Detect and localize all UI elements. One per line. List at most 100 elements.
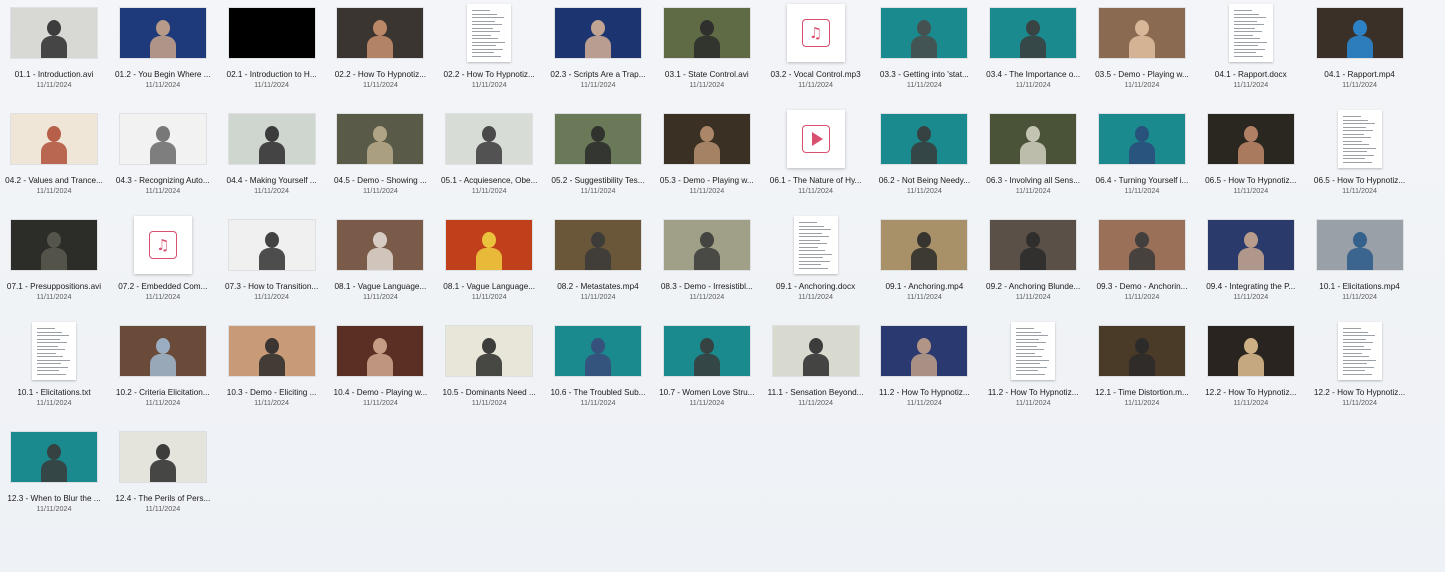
file-item[interactable]: 01.1 - Introduction.avi 11/11/2024 bbox=[0, 0, 108, 106]
file-thumbnail-area bbox=[653, 0, 761, 66]
file-name: 04.2 - Values and Trance... bbox=[5, 176, 103, 185]
document-line bbox=[1342, 130, 1373, 131]
file-item[interactable]: 10.6 - The Troubled Sub... 11/11/2024 bbox=[544, 318, 652, 424]
document-line bbox=[1342, 161, 1372, 163]
file-item[interactable]: 10.1 - Elicitations.mp4 11/11/2024 bbox=[1306, 212, 1414, 318]
file-item[interactable]: 03.3 - Getting into 'stat... 11/11/2024 bbox=[870, 0, 978, 106]
file-item[interactable]: 12.1 - Time Distortion.m... 11/11/2024 bbox=[1088, 318, 1196, 424]
person-head bbox=[917, 338, 932, 354]
file-item[interactable]: 08.3 - Demo - Irresistibl... 11/11/2024 bbox=[653, 212, 761, 318]
file-item[interactable]: 06.3 - Involving all Sens... 11/11/2024 bbox=[979, 106, 1087, 212]
file-item[interactable]: 11.2 - How To Hypnotiz... 11/11/2024 bbox=[979, 318, 1087, 424]
person-head bbox=[1243, 126, 1258, 142]
file-item[interactable]: 11.1 - Sensation Beyond... 11/11/2024 bbox=[762, 318, 870, 424]
file-thumbnail-area bbox=[653, 212, 761, 278]
file-date: 11/11/2024 bbox=[471, 186, 507, 195]
file-name: 10.2 - Criteria Elicitation... bbox=[115, 388, 210, 397]
file-date: 11/11/2024 bbox=[36, 398, 72, 407]
file-item[interactable]: 09.2 - Anchoring Blunde... 11/11/2024 bbox=[979, 212, 1087, 318]
file-date: 11/11/2024 bbox=[906, 398, 942, 407]
file-item[interactable]: 06.4 - Turning Yourself i... 11/11/2024 bbox=[1088, 106, 1196, 212]
person-silhouette bbox=[911, 354, 938, 376]
person-silhouette bbox=[1128, 354, 1155, 376]
file-item[interactable]: 09.1 - Anchoring.mp4 11/11/2024 bbox=[870, 212, 978, 318]
document-line bbox=[1342, 356, 1369, 357]
video-thumbnail bbox=[1207, 220, 1294, 270]
document-line bbox=[1342, 137, 1371, 138]
file-item[interactable]: 04.5 - Demo - Showing ... 11/11/2024 bbox=[326, 106, 434, 212]
document-line bbox=[1016, 338, 1040, 340]
file-item[interactable]: 04.1 - Rapport.mp4 11/11/2024 bbox=[1306, 0, 1414, 106]
file-name: 03.4 - The Importance o... bbox=[986, 70, 1081, 79]
file-item[interactable]: 12.2 - How To Hypnotiz... 11/11/2024 bbox=[1197, 318, 1305, 424]
file-item[interactable]: 02.3 - Scripts Are a Trap... 11/11/2024 bbox=[544, 0, 652, 106]
person-head bbox=[1134, 232, 1149, 248]
file-item[interactable]: 06.2 - Not Being Needy... 11/11/2024 bbox=[870, 106, 978, 212]
file-item[interactable]: 10.3 - Demo - Eliciting ... 11/11/2024 bbox=[218, 318, 326, 424]
file-item[interactable]: ♫ 03.2 - Vocal Control.mp3 11/11/2024 bbox=[762, 0, 870, 106]
file-item[interactable]: 04.3 - Recognizing Auto... 11/11/2024 bbox=[109, 106, 217, 212]
video-thumbnail bbox=[990, 8, 1077, 58]
file-item[interactable]: 02.2 - How To Hypnotiz... 11/11/2024 bbox=[326, 0, 434, 106]
person-head bbox=[373, 20, 388, 36]
file-item[interactable]: 10.4 - Demo - Playing w... 11/11/2024 bbox=[326, 318, 434, 424]
file-item[interactable]: 12.4 - The Perils of Pers... 11/11/2024 bbox=[109, 424, 217, 530]
person-head bbox=[264, 232, 279, 248]
file-item[interactable]: 03.4 - The Importance o... 11/11/2024 bbox=[979, 0, 1087, 106]
file-name: 12.1 - Time Distortion.m... bbox=[1095, 388, 1189, 397]
file-thumbnail-area bbox=[326, 0, 434, 66]
file-item[interactable]: 09.4 - Integrating the P... 11/11/2024 bbox=[1197, 212, 1305, 318]
file-thumbnail-area bbox=[979, 106, 1087, 172]
file-item[interactable]: 10.2 - Criteria Elicitation... 11/11/2024 bbox=[109, 318, 217, 424]
file-item[interactable]: 12.2 - How To Hypnotiz... 11/11/2024 bbox=[1306, 318, 1414, 424]
file-item[interactable]: 05.1 - Acquiesence, Obe... 11/11/2024 bbox=[435, 106, 543, 212]
file-item[interactable]: 10.5 - Dominants Need ... 11/11/2024 bbox=[435, 318, 543, 424]
file-date: 11/11/2024 bbox=[1124, 80, 1160, 89]
file-item[interactable]: 06.1 - The Nature of Hy... 11/11/2024 bbox=[762, 106, 870, 212]
file-item[interactable]: 09.1 - Anchoring.docx 11/11/2024 bbox=[762, 212, 870, 318]
file-item[interactable]: 04.1 - Rapport.docx 11/11/2024 bbox=[1197, 0, 1305, 106]
person-head bbox=[482, 338, 497, 354]
file-item[interactable]: 04.2 - Values and Trance... 11/11/2024 bbox=[0, 106, 108, 212]
file-name: 11.1 - Sensation Beyond... bbox=[767, 388, 864, 397]
person-silhouette bbox=[693, 248, 720, 270]
file-item[interactable]: 04.4 - Making Yourself ... 11/11/2024 bbox=[218, 106, 326, 212]
file-item[interactable]: 11.2 - How To Hypnotiz... 11/11/2024 bbox=[870, 318, 978, 424]
file-thumbnail-area: ♫ bbox=[109, 212, 217, 278]
file-item[interactable]: 09.3 - Demo - Anchorin... 11/11/2024 bbox=[1088, 212, 1196, 318]
person-silhouette bbox=[41, 36, 67, 58]
file-thumbnail-area bbox=[218, 0, 326, 66]
file-item[interactable]: 07.1 - Presuppositions.avi 11/11/2024 bbox=[0, 212, 108, 318]
file-item[interactable]: 05.2 - Suggestibility Tes... 11/11/2024 bbox=[544, 106, 652, 212]
file-item[interactable]: 10.1 - Elicitations.txt 11/11/2024 bbox=[0, 318, 108, 424]
person-head bbox=[47, 444, 61, 460]
video-thumbnail bbox=[663, 220, 750, 270]
file-item[interactable]: ♫ 07.2 - Embedded Com... 11/11/2024 bbox=[109, 212, 217, 318]
person-silhouette bbox=[258, 142, 285, 164]
file-grid: 01.1 - Introduction.avi 11/11/2024 01.2 - … bbox=[0, 0, 1445, 572]
document-line bbox=[472, 41, 506, 43]
file-item[interactable]: 03.1 - State Control.avi 11/11/2024 bbox=[653, 0, 761, 106]
file-name: 04.1 - Rapport.mp4 bbox=[1324, 70, 1395, 79]
file-item[interactable]: 02.1 - Introduction to H... 11/11/2024 bbox=[218, 0, 326, 106]
file-item[interactable]: 06.5 - How To Hypnotiz... 11/11/2024 bbox=[1306, 106, 1414, 212]
video-thumbnail bbox=[337, 114, 424, 164]
file-item[interactable]: 08.2 - Metastates.mp4 11/11/2024 bbox=[544, 212, 652, 318]
file-item[interactable]: 03.5 - Demo - Playing w... 11/11/2024 bbox=[1088, 0, 1196, 106]
file-item[interactable]: 02.2 - How To Hypnotiz... 11/11/2024 bbox=[435, 0, 543, 106]
file-item[interactable]: 07.3 - How to Transition... 11/11/2024 bbox=[218, 212, 326, 318]
file-name: 02.2 - How To Hypnotiz... bbox=[443, 70, 535, 79]
file-date: 11/11/2024 bbox=[1124, 398, 1160, 407]
file-name: 01.1 - Introduction.avi bbox=[14, 70, 94, 79]
video-thumbnail bbox=[663, 326, 750, 376]
video-thumbnail bbox=[119, 114, 206, 164]
file-item[interactable]: 05.3 - Demo - Playing w... 11/11/2024 bbox=[653, 106, 761, 212]
file-item[interactable]: 08.1 - Vague Language... 11/11/2024 bbox=[435, 212, 543, 318]
file-item[interactable]: 06.5 - How To Hypnotiz... 11/11/2024 bbox=[1197, 106, 1305, 212]
file-item[interactable]: 12.3 - When to Blur the ... 11/11/2024 bbox=[0, 424, 108, 530]
document-line bbox=[1016, 363, 1041, 364]
file-item[interactable]: 01.2 - You Begin Where ... 11/11/2024 bbox=[109, 0, 217, 106]
person-head bbox=[47, 20, 61, 36]
file-item[interactable]: 08.1 - Vague Language... 11/11/2024 bbox=[326, 212, 434, 318]
file-item[interactable]: 10.7 - Women Love Stru... 11/11/2024 bbox=[653, 318, 761, 424]
